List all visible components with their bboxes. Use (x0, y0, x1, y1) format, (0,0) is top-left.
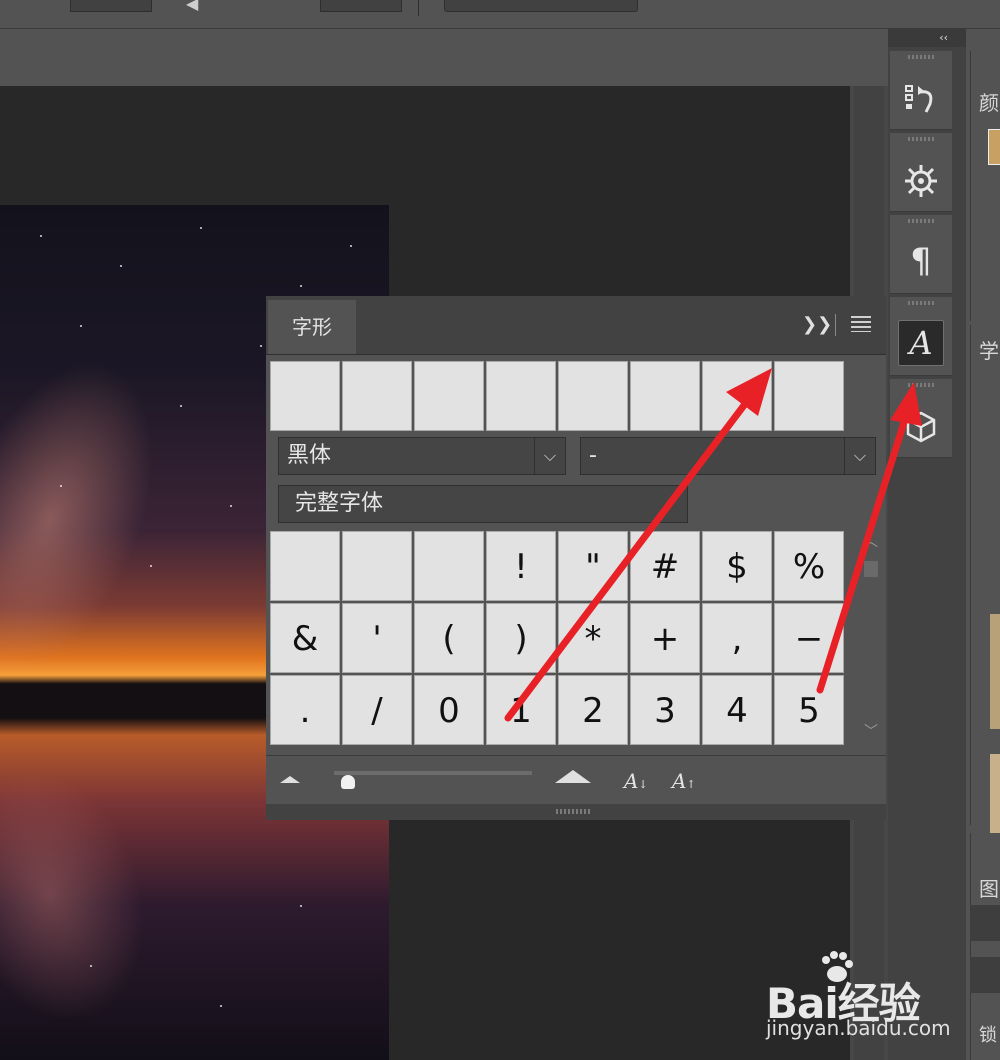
foreground-color-swatch[interactable] (988, 129, 1000, 165)
options-bar: ◀ (0, 0, 1000, 29)
glyph-cell[interactable]: − (774, 603, 844, 673)
chevron-up-icon[interactable]: ︿ (864, 531, 878, 551)
font-style-select[interactable]: - ⌵ (580, 437, 876, 475)
header-divider (835, 314, 836, 336)
glyph-cell[interactable]: ' (342, 603, 412, 673)
color-panel-title: 颜 (979, 91, 999, 115)
glyph-row: & '() * +, − (270, 603, 846, 673)
decrease-font-size-button[interactable]: A↓ (624, 769, 648, 793)
glyph-cell[interactable]: ! (486, 531, 556, 601)
layers-filter-field[interactable] (970, 905, 1000, 941)
recent-glyph-cell[interactable] (558, 361, 628, 431)
collapse-dock-button[interactable]: ‹‹ (888, 29, 966, 47)
learn-thumbnail[interactable] (990, 614, 1000, 729)
scrollbar-thumb[interactable] (864, 561, 878, 577)
recent-glyph-cell[interactable] (630, 361, 700, 431)
lock-label: 锁 (979, 1025, 997, 1046)
chevron-down-icon: ⌵ (844, 438, 875, 474)
glyphs-panel-footer: A↓ A↑ (266, 755, 886, 804)
glyph-cell[interactable]: 3 (630, 675, 700, 745)
chevron-down-icon: ⌵ (534, 438, 565, 474)
glyph-cell[interactable]: 0 (414, 675, 484, 745)
recent-glyph-cell[interactable] (702, 361, 772, 431)
glyph-cell[interactable]: $ (702, 531, 772, 601)
chevron-down-icon[interactable]: ﹀ (864, 721, 878, 741)
layers-panel-title: 图 (979, 877, 999, 901)
history-panel-button[interactable] (890, 51, 952, 130)
panel-resize-grip[interactable] (266, 804, 886, 820)
glyph-row: ! " # $% (270, 531, 846, 601)
glyphs-icon: A (890, 315, 952, 371)
panel-dock: ‹‹ ¶ A (888, 29, 966, 1060)
font-family-select[interactable]: 黑体 ⌵ (278, 437, 566, 475)
height-field[interactable] (320, 0, 402, 12)
glyph-cell[interactable]: + (630, 603, 700, 673)
paragraph-panel-button[interactable]: ¶ (890, 215, 952, 294)
glyph-cell[interactable]: 5 (774, 675, 844, 745)
link-icon[interactable]: ◀ (186, 0, 198, 13)
glyph-cell[interactable]: # (630, 531, 700, 601)
glyph-cell[interactable]: % (774, 531, 844, 601)
width-field[interactable] (70, 0, 152, 12)
glyph-category-select[interactable]: 完整字体 (278, 485, 688, 523)
recent-glyph-cell[interactable] (414, 361, 484, 431)
recent-glyph-cell[interactable] (486, 361, 556, 431)
glyph-size-slider-knob[interactable] (341, 775, 355, 789)
glyph-size-slider[interactable] (334, 771, 532, 775)
tab-glyphs[interactable]: 字形 (268, 300, 356, 354)
3d-panel-button[interactable] (890, 379, 952, 458)
glyph-cell[interactable]: ( (414, 603, 484, 673)
glyph-category-value: 完整字体 (295, 491, 384, 516)
3d-icon (890, 397, 952, 453)
glyph-cell[interactable] (414, 531, 484, 601)
glyph-cell[interactable] (270, 531, 340, 601)
options-divider (418, 0, 419, 16)
recent-glyph-cell[interactable] (270, 361, 340, 431)
glyph-cell[interactable]: ) (486, 603, 556, 673)
learn-panel: 学 (970, 325, 1000, 825)
history-icon (890, 69, 952, 125)
glyph-cell[interactable]: & (270, 603, 340, 673)
double-chevron-right-icon[interactable]: ❯❯ (802, 314, 832, 335)
glyph-cell[interactable]: * (558, 603, 628, 673)
glyph-cell[interactable]: . (270, 675, 340, 745)
navigator-panel-button[interactable] (890, 133, 952, 212)
small-mountain-icon[interactable] (280, 776, 300, 783)
layers-panel: 图 锁 (970, 833, 1000, 1060)
glyphs-panel-button[interactable]: A (890, 297, 952, 376)
font-style-value: - (589, 443, 597, 468)
hamburger-menu-icon[interactable] (851, 316, 871, 332)
paragraph-icon: ¶ (910, 241, 932, 281)
navigator-icon (890, 151, 952, 207)
recent-glyph-cell[interactable] (774, 361, 844, 431)
glyph-cell[interactable]: , (702, 603, 772, 673)
increase-font-size-button[interactable]: A↑ (672, 769, 696, 793)
glyph-cell[interactable]: / (342, 675, 412, 745)
glyph-row: ./0 1 2 3 4 5 (270, 675, 846, 745)
glyph-cell[interactable]: 4 (702, 675, 772, 745)
blend-mode-field[interactable] (970, 957, 1000, 993)
glyph-cell[interactable] (342, 531, 412, 601)
glyphs-panel: 字形 ❯❯ 黑体 ⌵ - ⌵ 完整字体 ! " # $% & '() * +, −./0 1 2 3 4… (266, 296, 886, 820)
large-mountain-icon[interactable] (555, 770, 591, 783)
color-panel: 颜 (970, 51, 1000, 321)
recent-glyph-cell[interactable] (342, 361, 412, 431)
glyph-cell[interactable]: 1 (486, 675, 556, 745)
right-panels: 颜 学 图 锁 (966, 29, 1000, 1060)
glyphs-panel-header: 字形 ❯❯ (266, 296, 886, 355)
watermark-url: jingyan.baidu.com (766, 1016, 951, 1040)
learn-panel-title: 学 (979, 339, 999, 363)
font-family-value: 黑体 (287, 443, 332, 468)
glyph-grid: ! " # $% & '() * +, −./0 1 2 3 4 5 (270, 531, 846, 753)
glyphs-panel-body: 黑体 ⌵ - ⌵ 完整字体 ! " # $% & '() * +, −./0 1 2 3 4 5 ︿ ﹀ … (266, 355, 886, 820)
select-and-mask-button[interactable] (444, 0, 638, 12)
recent-glyphs-row (270, 361, 846, 431)
glyph-cell[interactable]: 2 (558, 675, 628, 745)
glyph-cell[interactable]: " (558, 531, 628, 601)
document-tab-strip (0, 29, 888, 85)
glyph-grid-scrollbar[interactable]: ︿ ﹀ (862, 531, 882, 751)
